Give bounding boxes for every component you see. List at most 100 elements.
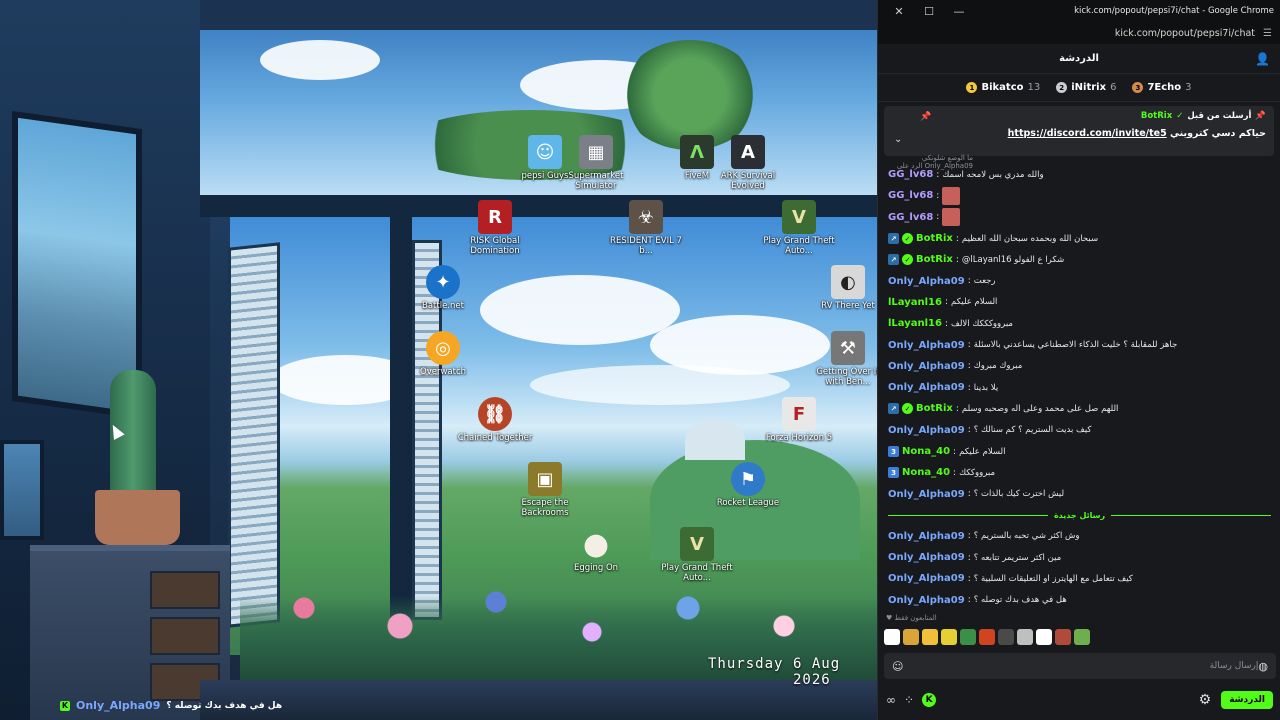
emote-icon[interactable]	[960, 629, 976, 645]
minimize-window-button[interactable]: —	[944, 5, 974, 18]
chat-message[interactable]: Only_Alpha09: كيف تتعامل مع الهايترز او ا…	[878, 568, 1280, 589]
desktop-icon-rocket-league[interactable]: ⚑ Rocket League	[708, 462, 788, 508]
chat-username[interactable]: BotRix	[916, 254, 953, 265]
new-messages-divider: رسائل جديدة	[878, 505, 1280, 526]
leaderboard-item[interactable]: 1 Bikatco 13	[966, 82, 1040, 93]
chat-username[interactable]: BotRix	[916, 403, 953, 414]
desktop-icon-gta-1[interactable]: V Play Grand Theft Auto...	[759, 200, 839, 256]
chat-badge-icon[interactable]: ◍	[1258, 660, 1268, 673]
chat-username[interactable]: GG_lv68	[888, 190, 933, 201]
chat-username[interactable]: GG_lv68	[888, 212, 933, 223]
chat-username[interactable]: Only_Alpha09	[888, 531, 965, 542]
emote-icon[interactable]	[903, 629, 919, 645]
stream-chat-overlay: هل في هدف بدك توصله ؟ Only_Alpha09 K	[60, 699, 282, 712]
chat-message[interactable]: 3 Nona_40: السلام عليكم	[878, 441, 1280, 462]
pinned-discord-link[interactable]: https://discord.com/invite/te5	[1008, 128, 1167, 139]
leaderboard-item[interactable]: 2 iNitrix 6	[1056, 82, 1116, 93]
infinity-icon[interactable]: ∞	[886, 693, 896, 707]
chat-input-box[interactable]: ☺ ◍	[884, 653, 1276, 679]
chat-username[interactable]: Only_Alpha09	[888, 595, 965, 606]
chat-message[interactable]: 3 Nona_40: مبرووككك	[878, 462, 1280, 483]
desktop-icon-label: Chained Together	[457, 433, 533, 443]
emote-icon[interactable]	[1055, 629, 1071, 645]
chat-username[interactable]: Only_Alpha09	[888, 552, 965, 563]
chat-username[interactable]: GG_lv68	[888, 169, 933, 180]
desktop-icon-egging-on[interactable]: ● Egging On	[556, 527, 636, 574]
emote-icon[interactable]	[941, 629, 957, 645]
emote-icon[interactable]	[922, 629, 938, 645]
emote-icon[interactable]	[884, 629, 900, 645]
chat-message-text: مبرووكككك الالف	[951, 318, 1013, 329]
emote-icon[interactable]	[1036, 629, 1052, 645]
maximize-window-button[interactable]: ☐	[914, 5, 944, 18]
chat-username[interactable]: Only_Alpha09	[888, 425, 965, 436]
chat-username[interactable]: Only_Alpha09	[888, 382, 965, 393]
emote-icon[interactable]	[1074, 629, 1090, 645]
chat-message-text: مبروك مبروك	[973, 361, 1023, 372]
desktop-icon-forza-horizon[interactable]: F Forza Horizon 5	[759, 397, 839, 443]
desktop-icon-ark[interactable]: A ARK Survival Evolved	[708, 135, 788, 191]
pinned-message[interactable]: 📌 أرسلت من قبل ✓ BotRix حياكم دسي كتروين…	[884, 106, 1274, 156]
desktop-icon-rv-there-yet[interactable]: ◐ RV There Yet	[808, 265, 877, 311]
chat-message[interactable]: Only_Alpha09: مين اكثر ستريمر تتابعه ؟	[878, 547, 1280, 568]
colon: :	[944, 318, 949, 329]
kick-icon[interactable]: K	[922, 693, 937, 707]
points-icon[interactable]: ⁘	[904, 693, 914, 707]
chat-message[interactable]: GG_lv68:	[878, 185, 1280, 206]
send-chat-button[interactable]: الدردشة	[1221, 691, 1273, 709]
chevron-down-icon[interactable]: ⌄	[894, 134, 902, 145]
desktop-icon-overwatch[interactable]: ◎ Overwatch	[403, 331, 483, 377]
gear-icon[interactable]: ⚙	[1199, 692, 1212, 708]
bot-badge-icon: ✓	[1176, 111, 1184, 121]
chat-message[interactable]: lLayanl16: السلام عليكم	[878, 292, 1280, 313]
chat-username[interactable]: Nona_40	[902, 446, 950, 457]
chat-message[interactable]: Only_Alpha09: مبروك مبروك	[878, 356, 1280, 377]
emoji-icon[interactable]: ☺	[892, 660, 903, 673]
leaderboard-item[interactable]: 3 7Echo 3	[1132, 82, 1192, 93]
address-bar[interactable]: kick.com/popout/pepsi7i/chat ☰	[878, 22, 1280, 44]
chat-username[interactable]: Only_Alpha09	[888, 340, 965, 351]
emote-icon[interactable]	[979, 629, 995, 645]
chat-message[interactable]: Only_Alpha09: جاهز للمقابلة ؟ خليت الذكاء…	[878, 334, 1280, 355]
chat-message[interactable]: Only_Alpha09: كيف بديت الستريم ؟ كم سنالك…	[878, 420, 1280, 441]
chat-username[interactable]: Only_Alpha09	[888, 489, 965, 500]
chat-title: الدردشة	[1059, 53, 1099, 64]
chat-username[interactable]: Only_Alpha09	[888, 573, 965, 584]
desktop-icon-escape-the-backrooms[interactable]: ▣ Escape the Backrooms	[505, 462, 585, 518]
chat-username[interactable]: lLayanl16	[888, 318, 942, 329]
close-window-button[interactable]: ✕	[884, 5, 914, 18]
chat-input[interactable]	[903, 661, 1259, 671]
chat-message[interactable]: Only_Alpha09: هل في هدف بدك توصله ؟	[878, 590, 1280, 611]
emote-icon[interactable]	[998, 629, 1014, 645]
pin-icon[interactable]: 📌	[920, 112, 931, 122]
kick-icon: K	[60, 700, 70, 711]
users-icon[interactable]: 👤	[1255, 52, 1270, 66]
desktop-icon-risk[interactable]: R RISK Global Domination	[455, 200, 535, 256]
chat-message[interactable]: Only_Alpha09: ليش اخترت كيك بالذات ؟	[878, 483, 1280, 504]
desktop-icon-getting-over-it[interactable]: ⚒ Getting Over It with Ben...	[808, 331, 877, 387]
chat-message[interactable]: Only_Alpha09: يلا بدينا	[878, 377, 1280, 398]
page-options-icon[interactable]: ☰	[1263, 28, 1272, 39]
desktop-icon-battle-net[interactable]: ✦ Battle.net	[403, 265, 483, 311]
chat-message[interactable]: lLayanl16: مبرووكككك الالف	[878, 313, 1280, 334]
chat-message[interactable]: ↗ ✓ BotRix: @lLayanl16 شكرا ع الفولو	[878, 249, 1280, 270]
chat-username[interactable]: Nona_40	[902, 467, 950, 478]
chat-username[interactable]: lLayanl16	[888, 297, 942, 308]
desktop-icon-label: Supermarket Simulator	[568, 171, 624, 191]
chat-message[interactable]: Only_Alpha09: رجعت	[878, 270, 1280, 291]
chat-username[interactable]: Only_Alpha09	[888, 361, 965, 372]
chat-username[interactable]: Only_Alpha09	[888, 276, 965, 287]
chat-message[interactable]: Only_Alpha09: وش اكثر شي تحبه بالستريم ؟	[878, 526, 1280, 547]
chat-message[interactable]: ↗ ✓ BotRix: سبحان الله وبحمده سبحان الله ال…	[878, 228, 1280, 249]
emote-icon[interactable]	[1017, 629, 1033, 645]
desktop-icon-label: Play Grand Theft Auto...	[763, 236, 835, 256]
desktop-icon-gta-2[interactable]: V Play Grand Theft Auto...	[657, 527, 737, 583]
desktop-icon-chained-together[interactable]: ⛓ Chained Together	[455, 397, 535, 443]
desktop-icon-supermarket-simulator[interactable]: ▦ Supermarket Simulator	[556, 135, 636, 191]
address-url[interactable]: kick.com/popout/pepsi7i/chat	[1115, 28, 1255, 39]
chat-username[interactable]: BotRix	[916, 233, 953, 244]
chat-message[interactable]: ↗ ✓ BotRix: اللهم صل على محمد وعلى اله وصحب…	[878, 398, 1280, 419]
chat-message[interactable]: GG_lv68:	[878, 207, 1280, 228]
desktop-icon-resident-evil[interactable]: ☣ RESIDENT EVIL 7 b...	[606, 200, 686, 256]
chat-messages[interactable]: ما الوضع شلونكي Only_Alpha09 الرد على GG…	[878, 154, 1280, 624]
